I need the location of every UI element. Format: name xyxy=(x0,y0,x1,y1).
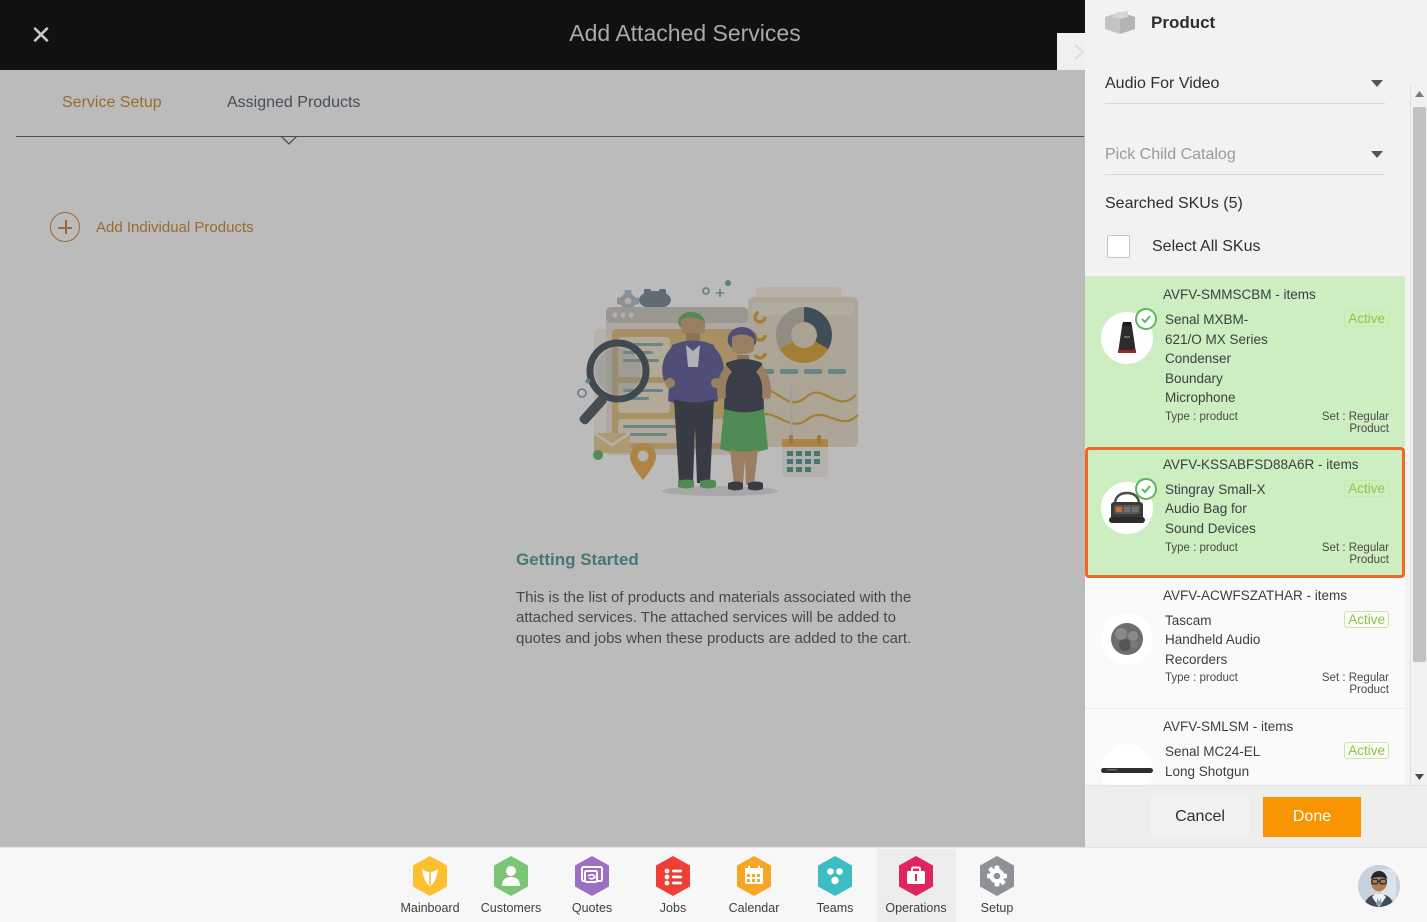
tab-service-setup[interactable]: Service Setup xyxy=(58,88,166,118)
status-badge: Active xyxy=(1344,742,1389,760)
plus-circle-icon xyxy=(50,212,80,242)
sku-name: Tascam Handheld Audio Recorders xyxy=(1165,612,1261,667)
chevron-down-icon xyxy=(1371,151,1383,158)
searched-skus-label: Searched SKUs (5) xyxy=(1105,195,1243,212)
chevron-down-icon xyxy=(1371,80,1383,87)
product-panel-scroll-area: Audio For Video Pick Child Catalog Searc… xyxy=(1085,45,1427,785)
nav-item-mainboard[interactable]: Mainboard xyxy=(391,849,470,922)
audio-bag-thumbnail xyxy=(1101,477,1157,534)
tab-divider xyxy=(16,136,1084,137)
nav-item-quotes[interactable]: Quotes xyxy=(553,849,632,922)
child-catalog-select[interactable]: Pick Child Catalog xyxy=(1105,140,1385,175)
product-panel-header: Product xyxy=(1085,0,1427,45)
nav-item-setup[interactable]: Setup xyxy=(958,849,1037,922)
nav-label: Setup xyxy=(980,901,1014,915)
sku-code: AVFV-ACWFSZATHAR - items xyxy=(1163,587,1348,603)
active-tab-caret-icon xyxy=(281,136,297,145)
nav-item-calendar[interactable]: Calendar xyxy=(715,849,794,922)
cancel-button[interactable]: Cancel xyxy=(1151,796,1249,837)
selected-check-icon xyxy=(1135,308,1157,330)
scrollbar-thumb[interactable] xyxy=(1413,107,1426,662)
nav-item-operations[interactable]: Operations xyxy=(876,848,956,922)
modal-header: ✕ Add Attached Services xyxy=(0,0,1100,70)
tab-assigned-products[interactable]: Assigned Products xyxy=(223,88,364,118)
customers-icon xyxy=(492,855,530,897)
getting-started-block: Getting Started This is the list of prod… xyxy=(516,550,926,649)
catalog-selectors: Audio For Video Pick Child Catalog xyxy=(1085,45,1405,175)
select-all-checkbox[interactable] xyxy=(1107,235,1130,258)
sku-type: Type : product xyxy=(1165,672,1238,685)
team-analytics-illustration xyxy=(560,275,880,500)
add-individual-products-button[interactable]: Add Individual Products xyxy=(50,212,254,242)
nav-item-jobs[interactable]: Jobs xyxy=(634,849,713,922)
nav-item-teams[interactable]: Teams xyxy=(796,849,875,922)
nav-label: Calendar xyxy=(728,901,780,915)
nav-label: Teams xyxy=(816,901,854,915)
nav-label: Mainboard xyxy=(400,901,460,915)
sku-set: Set : Regular Product xyxy=(1321,410,1389,435)
sku-list: AVFV-SMMSCBM - items Active Senal MXBM-6… xyxy=(1085,276,1405,785)
scroll-down-arrow-icon[interactable] xyxy=(1411,768,1427,785)
setup-icon xyxy=(978,855,1016,897)
select-all-skus-label: Select All SKus xyxy=(1152,237,1261,255)
select-all-skus-row[interactable]: Select All SKus xyxy=(1085,213,1405,276)
sku-name: Stingray Small-X Audio Bag for Sound Dev… xyxy=(1165,481,1266,536)
boundary-microphone-thumbnail xyxy=(1101,308,1157,364)
nav-label: Quotes xyxy=(571,901,613,915)
product-panel-scrollbar[interactable] xyxy=(1410,85,1427,785)
sku-code: AVFV-SMMSCBM - items xyxy=(1163,287,1316,302)
selected-check-icon xyxy=(1135,477,1157,500)
sku-type: Type : product xyxy=(1165,410,1238,423)
list-item[interactable]: AVFV-KSSABFSD88A6R - items Active Stingr… xyxy=(1085,446,1405,578)
calendar-icon xyxy=(735,855,773,897)
tab-bar: Service Setup Assigned Products xyxy=(0,88,1100,145)
status-badge: Active xyxy=(1344,610,1389,628)
add-individual-products-label: Add Individual Products xyxy=(96,218,254,236)
sku-set: Set : Regular Product xyxy=(1321,541,1389,566)
jobs-icon xyxy=(654,855,692,897)
nav-label: Customers xyxy=(480,901,542,915)
nav-label: Operations xyxy=(885,901,947,915)
sku-set: Set : Regular Product xyxy=(1321,672,1389,697)
sku-name: Senal MC24-EL Long Shotgun Microphone xyxy=(1165,744,1260,785)
sku-code: AVFV-KSSABFSD88A6R - items xyxy=(1163,456,1359,472)
mainboard-icon xyxy=(411,855,449,897)
sku-code: AVFV-SMLSM - items xyxy=(1163,719,1294,735)
list-item[interactable]: AVFV-SMLSM - items Active Senal MC24-EL … xyxy=(1085,709,1405,785)
sku-type: Type : product xyxy=(1165,541,1238,554)
bottom-nav: Mainboard Customers Quotes Jobs Calendar… xyxy=(0,847,1427,922)
user-avatar[interactable] xyxy=(1358,865,1400,907)
list-item[interactable]: AVFV-ACWFSZATHAR - items Active Tascam H… xyxy=(1085,577,1405,710)
list-item[interactable]: AVFV-SMMSCBM - items Active Senal MXBM-6… xyxy=(1085,277,1405,447)
modal-body: Service Setup Assigned Products Add Indi… xyxy=(0,70,1100,847)
nav-item-customers[interactable]: Customers xyxy=(472,849,551,922)
catalog-select[interactable]: Audio For Video xyxy=(1105,69,1385,104)
scroll-up-arrow-icon[interactable] xyxy=(1411,85,1427,102)
done-button[interactable]: Done xyxy=(1263,796,1361,837)
quotes-icon xyxy=(573,855,611,897)
app-root: ✕ Add Attached Services Service Setup As… xyxy=(0,0,1427,922)
nav-label: Jobs xyxy=(659,901,687,915)
product-panel: Product Audio For Video Pick Child Catal… xyxy=(1085,0,1427,847)
product-panel-footer: Cancel Done xyxy=(1085,785,1427,847)
child-catalog-select-placeholder: Pick Child Catalog xyxy=(1105,146,1236,163)
getting-started-body: This is the list of products and materia… xyxy=(516,589,912,647)
status-badge: Active xyxy=(1344,479,1389,497)
windscreen-thumbnail xyxy=(1101,612,1153,665)
status-badge: Active xyxy=(1344,310,1389,327)
teams-icon xyxy=(816,855,854,897)
operations-icon xyxy=(897,855,935,897)
box-icon xyxy=(1103,10,1137,36)
catalog-select-value: Audio For Video xyxy=(1105,75,1220,92)
sku-name: Senal MXBM-621/O MX Series Condenser Bou… xyxy=(1165,312,1268,406)
product-panel-title: Product xyxy=(1151,12,1216,32)
getting-started-title: Getting Started xyxy=(516,550,639,569)
shotgun-microphone-thumbnail xyxy=(1101,744,1153,785)
